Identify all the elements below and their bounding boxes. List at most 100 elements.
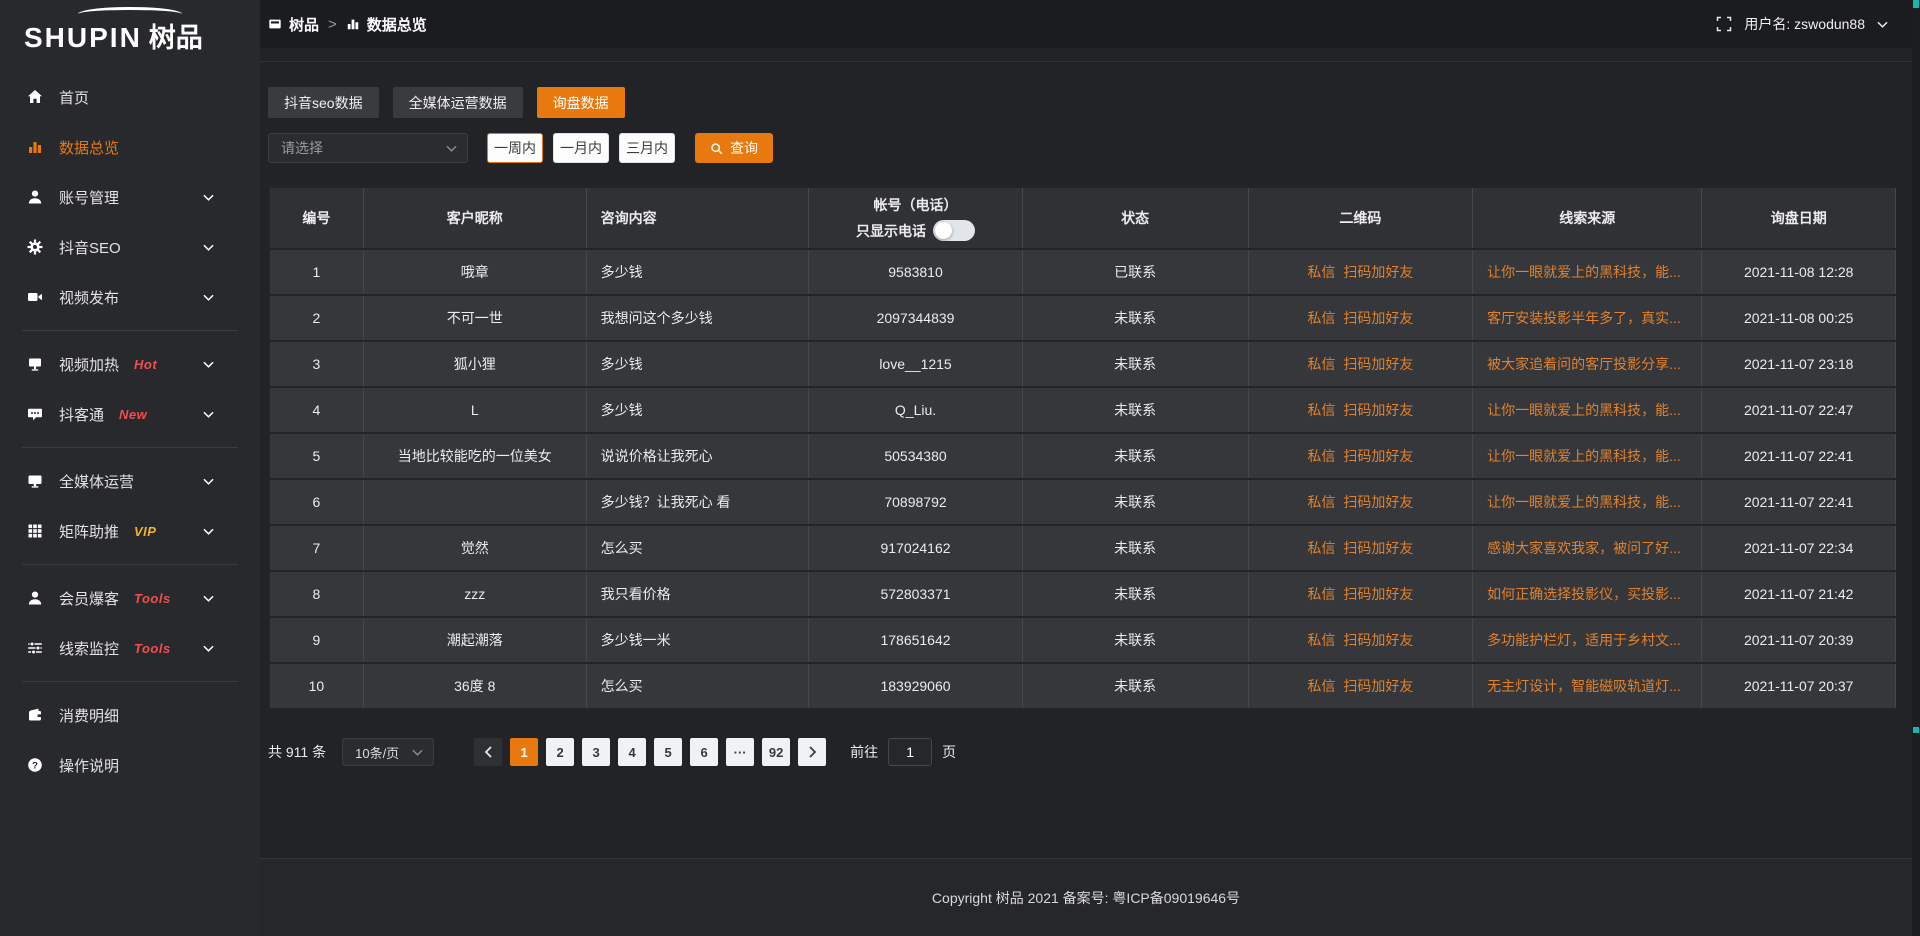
source-link[interactable]: 无主灯设计，智能磁吸轨道灯... <box>1487 678 1681 694</box>
next-page-button[interactable] <box>798 738 826 766</box>
source-link[interactable]: 感谢大家喜欢我家，被问了好... <box>1487 540 1681 556</box>
qr-link[interactable]: 扫码加好友 <box>1343 678 1413 694</box>
source-link[interactable]: 客厅安装投影半年多了，真实... <box>1487 310 1681 326</box>
cell-source: 让你一眼就爱上的黑科技，能... <box>1473 433 1702 479</box>
source-link[interactable]: 让你一眼就爱上的黑科技，能... <box>1487 264 1681 280</box>
prev-page-button[interactable] <box>474 738 502 766</box>
table-header: 编号客户昵称咨询内容帐号（电话）只显示电话状态二维码线索来源询盘日期 <box>269 187 1896 249</box>
scrollbar-thumb[interactable] <box>1913 727 1919 733</box>
scrollbar-thumb[interactable] <box>1913 0 1919 8</box>
sidebar-item-consumption-detail[interactable]: 消费明细 <box>0 690 260 740</box>
sidebar-item-media-operation[interactable]: 全媒体运营 <box>0 456 260 506</box>
qr-link[interactable]: 私信 <box>1307 494 1335 510</box>
tab-inquiry-data[interactable]: 询盘数据 <box>537 87 625 118</box>
period-button-week[interactable]: 一周内 <box>487 133 543 163</box>
column-header: 编号 <box>269 187 363 249</box>
qr-link[interactable]: 私信 <box>1307 402 1335 418</box>
cell-index: 5 <box>269 433 363 479</box>
source-link[interactable]: 如何正确选择投影仪，买投影... <box>1487 586 1681 602</box>
sidebar-item-video-publish[interactable]: 视频发布 <box>0 272 260 322</box>
page-more-button[interactable]: ··· <box>726 738 754 766</box>
qr-link[interactable]: 私信 <box>1307 586 1335 602</box>
breadcrumb-root[interactable]: 树品 <box>268 14 319 35</box>
sidebar-item-instructions[interactable]: ?操作说明 <box>0 740 260 790</box>
sidebar-item-matrix-boost[interactable]: 矩阵助推VIP <box>0 506 260 556</box>
filter-select[interactable]: 请选择 <box>268 133 468 163</box>
sidebar-item-clue-monitor[interactable]: 线索监控Tools <box>0 623 260 673</box>
cell-date: 2021-11-07 20:37 <box>1702 663 1896 709</box>
page-button[interactable]: 6 <box>690 738 718 766</box>
scrollbar[interactable] <box>1912 0 1920 936</box>
qr-link[interactable]: 私信 <box>1307 448 1335 464</box>
qr-link[interactable]: 私信 <box>1307 540 1335 556</box>
page-button[interactable]: 5 <box>654 738 682 766</box>
cell-date: 2021-11-07 23:18 <box>1702 341 1896 387</box>
sidebar-item-member-baoke[interactable]: 会员爆客Tools <box>0 573 260 623</box>
qr-link[interactable]: 扫码加好友 <box>1343 540 1413 556</box>
qr-link[interactable]: 扫码加好友 <box>1343 264 1413 280</box>
qr-link[interactable]: 私信 <box>1307 356 1335 372</box>
source-link[interactable]: 让你一眼就爱上的黑科技，能... <box>1487 448 1681 464</box>
page-size-select[interactable]: 10条/页 <box>342 738 434 766</box>
sidebar-item-douketong[interactable]: 抖客通New <box>0 389 260 439</box>
footer: Copyright 树品 2021 备案号: 粤ICP备09019646号 <box>260 858 1912 936</box>
cell-date: 2021-11-07 22:41 <box>1702 479 1896 525</box>
cell-content: 多少钱？让我死心 看 <box>586 479 809 525</box>
qr-link[interactable]: 扫码加好友 <box>1343 632 1413 648</box>
chat-icon <box>27 406 43 422</box>
sidebar-item-label: 操作说明 <box>59 755 119 776</box>
cell-index: 9 <box>269 617 363 663</box>
fullscreen-icon[interactable] <box>1716 16 1732 32</box>
page-button[interactable]: 3 <box>582 738 610 766</box>
toggle-knob <box>935 222 952 239</box>
cell-content: 多少钱 <box>586 387 809 433</box>
source-link[interactable]: 让你一眼就爱上的黑科技，能... <box>1487 402 1681 418</box>
tab-media-operation-data[interactable]: 全媒体运营数据 <box>393 87 523 118</box>
cell-source: 被大家追着问的客厅投影分享... <box>1473 341 1702 387</box>
sidebar-item-data-overview[interactable]: 数据总览 <box>0 122 260 172</box>
period-button-quarter[interactable]: 三月内 <box>619 133 675 163</box>
gear-icon <box>27 239 43 255</box>
qr-link[interactable]: 扫码加好友 <box>1343 494 1413 510</box>
source-link[interactable]: 让你一眼就爱上的黑科技，能... <box>1487 494 1681 510</box>
sidebar-item-video-heat[interactable]: 视频加热Hot <box>0 339 260 389</box>
sidebar-item-home[interactable]: 首页 <box>0 72 260 122</box>
page-button[interactable]: 92 <box>762 738 790 766</box>
tab-douyin-seo-data[interactable]: 抖音seo数据 <box>268 87 379 118</box>
page-button[interactable]: 4 <box>618 738 646 766</box>
qr-link[interactable]: 私信 <box>1307 310 1335 326</box>
qr-link[interactable]: 私信 <box>1307 632 1335 648</box>
sidebar-item-account-management[interactable]: 账号管理 <box>0 172 260 222</box>
qr-link[interactable]: 扫码加好友 <box>1343 448 1413 464</box>
cell-status: 未联系 <box>1022 479 1248 525</box>
chevron-down-icon[interactable] <box>1877 19 1888 30</box>
source-link[interactable]: 多功能护栏灯，适用于乡村文... <box>1487 632 1681 648</box>
qr-link[interactable]: 扫码加好友 <box>1343 402 1413 418</box>
wallet-icon <box>27 707 43 723</box>
sidebar-divider <box>22 564 238 565</box>
period-buttons: 一周内一月内三月内 <box>487 133 675 163</box>
qr-link[interactable]: 扫码加好友 <box>1343 310 1413 326</box>
page-button[interactable]: 2 <box>546 738 574 766</box>
source-link[interactable]: 被大家追着问的客厅投影分享... <box>1487 356 1681 372</box>
search-button[interactable]: 查询 <box>695 133 773 163</box>
cell-source: 感谢大家喜欢我家，被问了好... <box>1473 525 1702 571</box>
page-button[interactable]: 1 <box>510 738 538 766</box>
user-icon <box>27 590 43 606</box>
chevron-down-icon <box>203 476 214 487</box>
goto-page-input[interactable] <box>888 738 932 766</box>
qr-link[interactable]: 扫码加好友 <box>1343 586 1413 602</box>
column-header: 询盘日期 <box>1702 187 1896 249</box>
sidebar-item-douyin-seo[interactable]: 抖音SEO <box>0 222 260 272</box>
phone-toggle-label: 只显示电话 <box>856 221 926 241</box>
phone-only-toggle[interactable] <box>933 220 975 241</box>
qr-link[interactable]: 扫码加好友 <box>1343 356 1413 372</box>
breadcrumb-current: 数据总览 <box>346 14 427 35</box>
username[interactable]: 用户名: zswodun88 <box>1744 14 1865 34</box>
qr-link[interactable]: 私信 <box>1307 678 1335 694</box>
cell-nickname: 觉然 <box>363 525 586 571</box>
qr-link[interactable]: 私信 <box>1307 264 1335 280</box>
sidebar-item-badge: Hot <box>134 357 157 372</box>
period-button-month[interactable]: 一月内 <box>553 133 609 163</box>
sidebar-divider <box>22 330 238 331</box>
